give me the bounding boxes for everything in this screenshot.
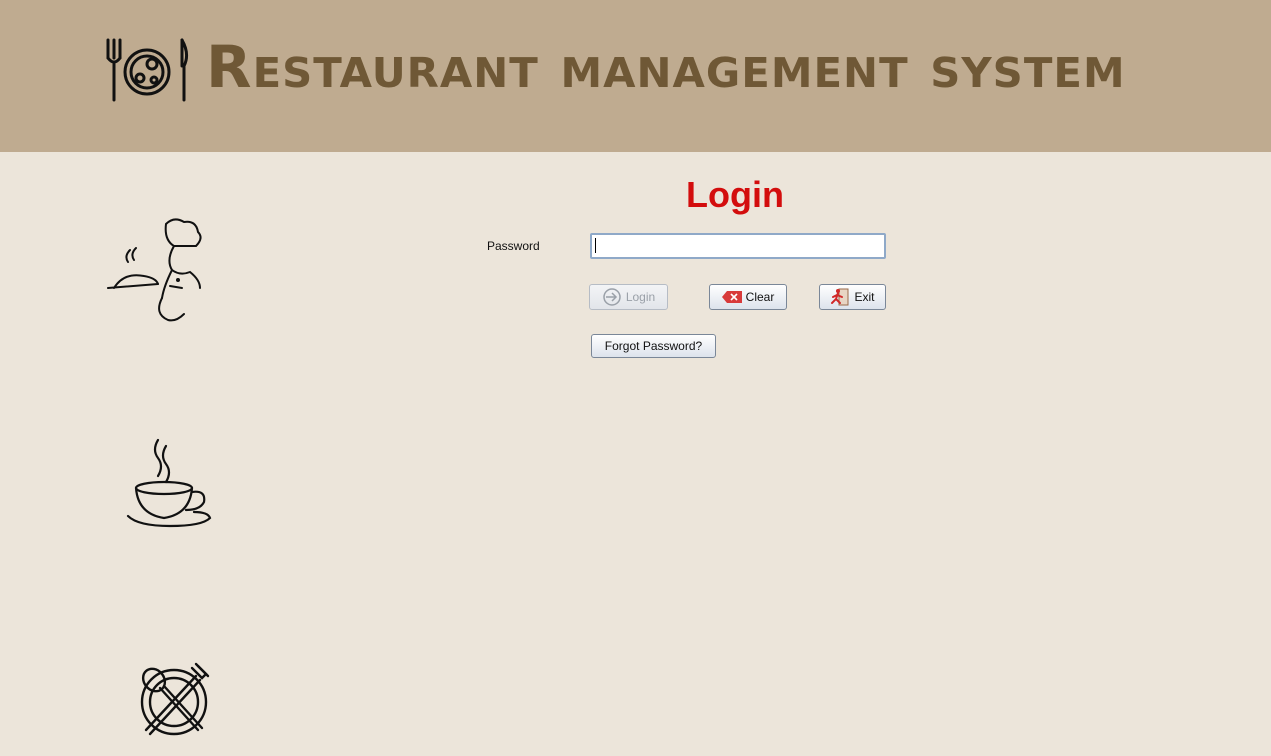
- text-caret: [595, 238, 596, 253]
- fork-plate-knife-icon: [106, 38, 189, 102]
- login-panel: Login Password Login Clear Exit Forgot P…: [0, 152, 1271, 756]
- login-button-label: Login: [625, 290, 656, 304]
- spoon-fork-plate-icon: [140, 662, 210, 736]
- coffee-cup-icon: [126, 438, 212, 528]
- app-header: Restaurant management system: [0, 0, 1271, 152]
- forgot-password-label: Forgot Password?: [604, 339, 703, 353]
- login-button[interactable]: Login: [589, 284, 668, 310]
- app-title: Restaurant management system: [206, 33, 1126, 101]
- login-heading: Login: [686, 174, 784, 215]
- clear-button[interactable]: Clear: [709, 284, 787, 310]
- chef-waiter-icon: [107, 218, 202, 322]
- clear-x-icon: [721, 291, 742, 303]
- exit-button-label: Exit: [854, 290, 875, 304]
- forgot-password-button[interactable]: Forgot Password?: [591, 334, 716, 358]
- exit-button[interactable]: Exit: [819, 284, 886, 310]
- exit-door-icon: [831, 288, 849, 306]
- password-input[interactable]: [590, 233, 886, 259]
- clear-button-label: Clear: [745, 290, 775, 304]
- login-arrow-icon: [603, 288, 621, 306]
- password-label: Password: [487, 239, 540, 253]
